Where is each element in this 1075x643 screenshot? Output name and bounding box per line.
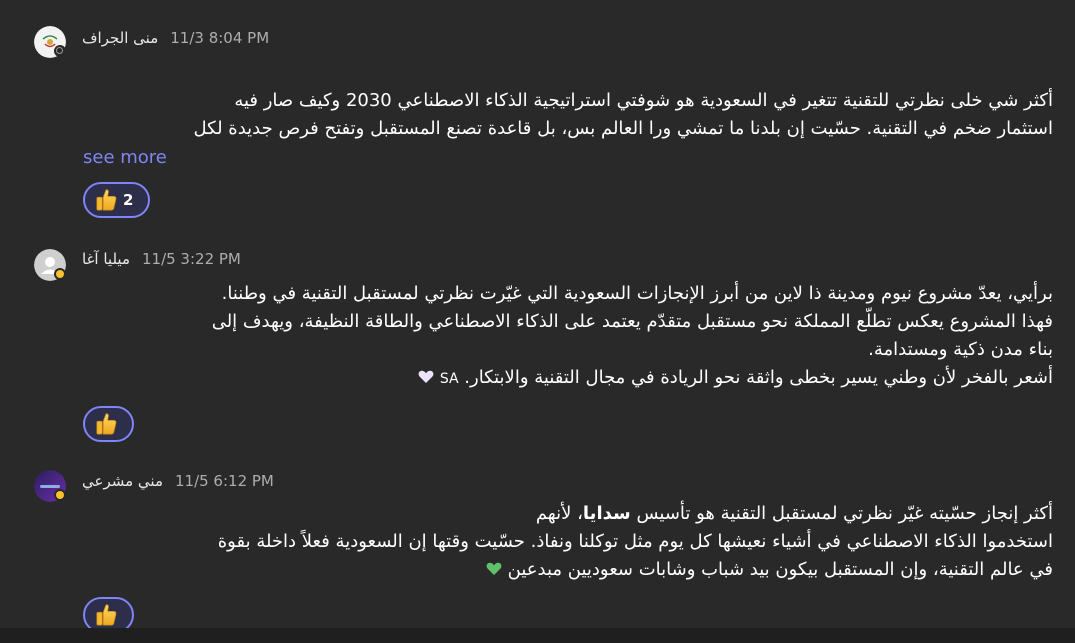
reaction-count: 2 — [123, 191, 134, 209]
message-line: أشعر بالفخر لأن وطني يسير بخطى واثقة نحو… — [73, 364, 1053, 393]
author-name[interactable]: منى الجراف — [82, 29, 158, 47]
presence-status-icon — [54, 45, 66, 57]
message-line: أكثر شي خلى نظرتي للتقنية تتغير في السعو… — [234, 90, 1053, 111]
presence-status-icon — [54, 268, 66, 280]
message-text: أكثر إنجاز حسّيته غيّر نظرتي لمستقبل الت… — [636, 503, 1053, 524]
thumbs-up-icon — [95, 412, 117, 436]
message-body: أكثر شي خلى نظرتي للتقنية تتغير في السعو… — [73, 87, 1054, 143]
message-line: في عالم التقنية، وإن المستقبل بيكون بيد … — [73, 556, 1053, 584]
like-reaction-button[interactable]: 2 — [83, 182, 150, 218]
message-line: برأيي، يعدّ مشروع نيوم ومدينة ذا لاين من… — [221, 283, 1053, 304]
message-text: ، لأنهم — [535, 503, 583, 524]
thumbs-up-icon — [95, 188, 117, 212]
green-heart-icon — [486, 562, 502, 575]
timestamp: 11/5 6:12 PM — [174, 472, 274, 490]
see-more-link[interactable]: see more — [83, 147, 167, 168]
like-reaction-button[interactable] — [83, 406, 134, 442]
sa-flag-text: SA — [439, 371, 459, 387]
message-line-text: أشعر بالفخر لأن وطني يسير بخطى واثقة نحو… — [464, 367, 1053, 388]
timestamp: 11/5 3:22 PM — [141, 250, 241, 268]
timestamp: 11/3 8:04 PM — [170, 29, 270, 47]
presence-status-icon — [54, 489, 66, 501]
message-line-text: في عالم التقنية، وإن المستقبل بيكون بيد … — [507, 559, 1053, 580]
message-line: فهذا المشروع يعكس تطلّع المملكة نحو مستق… — [211, 311, 1053, 332]
message-line: بناء مدن ذكية ومستدامة. — [868, 339, 1053, 360]
message-line: أكثر إنجاز حسّيته غيّر نظرتي لمستقبل الت… — [73, 500, 1053, 528]
away-clock-icon — [56, 270, 64, 278]
author-name[interactable]: مني مشرعي — [82, 472, 163, 490]
message-line: استثمار ضخم في التقنية. حسّيت إن بلدنا م… — [193, 118, 1054, 139]
white-heart-icon — [418, 370, 434, 383]
bottom-edge-bar — [0, 628, 1075, 643]
message-line: استخدموا الذكاء الاصطناعي في أشياء نعيشه… — [217, 531, 1053, 552]
author-name[interactable]: ميليا آغا — [82, 250, 130, 268]
message-body: برأيي، يعدّ مشروع نيوم ومدينة ذا لاين من… — [73, 280, 1053, 393]
away-clock-icon — [56, 491, 64, 499]
message-body: أكثر إنجاز حسّيته غيّر نظرتي لمستقبل الت… — [73, 500, 1053, 584]
thumbs-up-icon — [95, 603, 117, 627]
sdaia-bold-text: سدايا — [582, 503, 631, 524]
